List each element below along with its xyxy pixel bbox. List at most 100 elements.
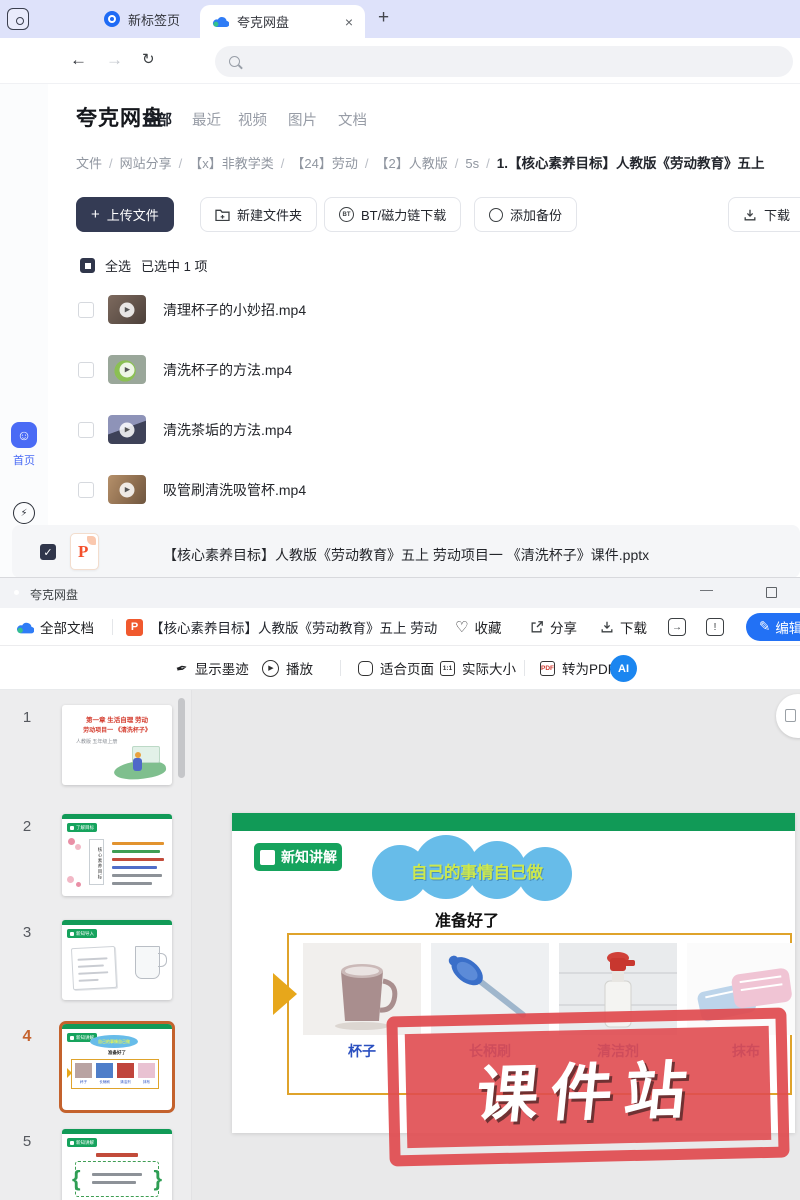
file-name[interactable]: 【核心素养目标】人教版《劳动教育》五上 劳动项目一 《清洗杯子》课件.pptx [163,525,649,578]
tab-quark-drive[interactable]: 夸克网盘 × [200,5,365,38]
show-ink-button[interactable]: ✒ 显示墨迹 [176,646,249,690]
back-icon[interactable]: ← [70,50,87,70]
rail-home-label[interactable]: 首页 [0,452,48,468]
play-icon: ▶ [120,482,135,497]
slide-thumbnail-5[interactable]: 新知讲解 { } [62,1129,172,1200]
pen-icon: ✎ [759,619,770,635]
transfer-icon[interactable]: ⚡ [13,502,35,524]
breadcrumb-separator: / [365,156,369,171]
breadcrumb-current: 1.【核心素养目标】人教版《劳动教育》五上 [497,156,765,171]
video-thumbnail: ▶ [108,355,146,384]
breadcrumb-item[interactable]: 文件 [76,156,102,171]
to-pdf-button[interactable]: PDF 转为PDF [540,646,616,690]
slide-subtitle: 准备好了 [362,907,572,931]
ai-assistant-button[interactable]: AI [610,655,637,682]
row-checkbox[interactable] [78,302,94,318]
show-ink-label: 显示墨迹 [195,658,249,678]
breadcrumb-item[interactable]: 【2】人教版 [376,156,448,171]
table-row[interactable]: ▶ 清洗杯子的方法.mp4 [48,340,800,400]
play-label: 播放 [286,658,313,678]
breadcrumb-item[interactable]: 5s [465,156,479,171]
save-to-drive-button[interactable]: → [668,608,686,646]
select-all-label[interactable]: 全选 [105,256,131,275]
address-search-bar[interactable] [215,46,793,77]
quark-cloud-icon [16,621,34,634]
maximize-button[interactable] [766,587,777,598]
breadcrumb-item[interactable]: 【24】劳动 [291,156,357,171]
play-icon: ▶ [262,660,279,677]
tab-video[interactable]: 视频 [238,109,267,130]
table-row[interactable]: ▶ 吸管刷清洗吸管杯.mp4 [48,460,800,520]
tab-recent[interactable]: 最近 [192,109,221,130]
tab-doc[interactable]: 文档 [338,109,367,130]
breadcrumb-separator: / [486,156,490,171]
breadcrumb-separator: / [179,156,183,171]
file-name[interactable]: 清洗茶垢的方法.mp4 [163,400,292,460]
add-backup-button[interactable]: 添加备份 [474,197,577,232]
slide-thumbnail-panel: 1 第一章 生活自理 劳动 劳动项目一 《清洗杯子》 人教版 五年级上册 2 了… [0,690,192,1200]
file-name[interactable]: 清理杯子的小妙招.mp4 [163,280,306,340]
edit-button[interactable]: ✎ 编辑 [746,613,800,641]
slide-thumbnail-4-active[interactable]: 新知讲解 自己的事情自己做 准备好了 杯子 长柄刷 清洁剂 抹布 [62,1024,172,1110]
slide-thumbnail-1[interactable]: 第一章 生活自理 劳动 劳动项目一 《清洗杯子》 人教版 五年级上册 [62,705,172,785]
all-docs-button[interactable]: 全部文档 [16,608,94,646]
thumb5-quote-box: { } [75,1161,159,1197]
play-icon: ▶ [120,362,135,377]
play-button[interactable]: ▶ 播放 [262,646,313,690]
row-checkbox[interactable] [78,482,94,498]
browser-tab-strip: 新标签页 夸克网盘 × + [0,0,800,38]
tab-search-icon[interactable] [7,8,29,30]
viewer-download-button[interactable]: 下载 [600,608,647,646]
bt-download-button[interactable]: BT BT/磁力链下载 [324,197,461,232]
share-label: 分享 [550,617,577,637]
tab-new-tab[interactable]: 新标签页 [104,0,180,38]
table-row[interactable]: ▶ 清理杯子的小妙招.mp4 [48,280,800,340]
tab-image[interactable]: 图片 [288,109,317,130]
thumb3-badge: 新知导入 [67,929,97,938]
slide-thumbnail-3[interactable]: 新知导入 [62,920,172,1000]
download-button[interactable]: 下载 [728,197,800,232]
minimize-button[interactable]: — [700,582,713,597]
table-row-selected[interactable]: ✓ P 【核心素养目标】人教版《劳动教育》五上 劳动项目一 《清洗杯子》课件.p… [12,525,800,578]
ppt-badge-icon: P [126,619,143,636]
row-checkbox[interactable] [78,422,94,438]
feedback-button[interactable]: ! [706,608,724,646]
thumb1-subtitle: 劳动项目一 《清洗杯子》 [62,725,172,734]
breadcrumb-item[interactable]: 网站分享 [120,156,172,171]
heart-icon: ♡ [455,618,468,636]
row-checkbox-checked[interactable]: ✓ [40,544,56,560]
favorite-button[interactable]: ♡ 收藏 [455,608,501,646]
add-backup-label: 添加备份 [510,205,562,224]
plus-icon: + [91,206,100,223]
file-name[interactable]: 吸管刷清洗吸管杯.mp4 [163,460,306,520]
home-icon[interactable]: ☺ [11,422,37,448]
file-name[interactable]: 清洗杯子的方法.mp4 [163,340,292,400]
actual-size-button[interactable]: 1:1 实际大小 [440,646,516,690]
new-tab-button[interactable]: + [378,7,389,29]
table-row[interactable]: ▶ 清洗茶垢的方法.mp4 [48,400,800,460]
thumb4-subtitle: 准备好了 [62,1050,172,1056]
select-all-checkbox[interactable] [80,258,95,273]
tab-all[interactable]: 全部 [143,109,172,130]
thumb2-badge: 了解目标 [67,823,97,832]
upload-button[interactable]: + 上传文件 [76,197,174,232]
breadcrumb-item[interactable]: 【x】非教学类 [189,156,274,171]
search-icon [229,56,240,67]
fit-page-label: 适合页面 [380,658,434,678]
new-folder-button[interactable]: 新建文件夹 [200,197,317,232]
slide-number: 5 [16,1133,38,1150]
thumbnail-scrollbar[interactable] [178,698,185,778]
breadcrumb-separator: / [455,156,459,171]
forward-icon[interactable]: → [106,50,123,70]
notes-panel-handle[interactable] [776,694,800,738]
folder-plus-icon [215,208,230,221]
thumb3-note-shape [71,946,117,990]
cloud-banner-text: 自己的事情自己做 [372,859,582,883]
share-button[interactable]: 分享 [530,608,577,646]
refresh-icon[interactable]: ↻ [142,50,155,68]
cloud-banner: 自己的事情自己做 [372,835,582,905]
fit-page-button[interactable]: 适合页面 [358,646,434,690]
slide-thumbnail-2[interactable]: 了解目标 核心素养目标 [62,814,172,896]
row-checkbox[interactable] [78,362,94,378]
close-tab-icon[interactable]: × [345,14,353,30]
